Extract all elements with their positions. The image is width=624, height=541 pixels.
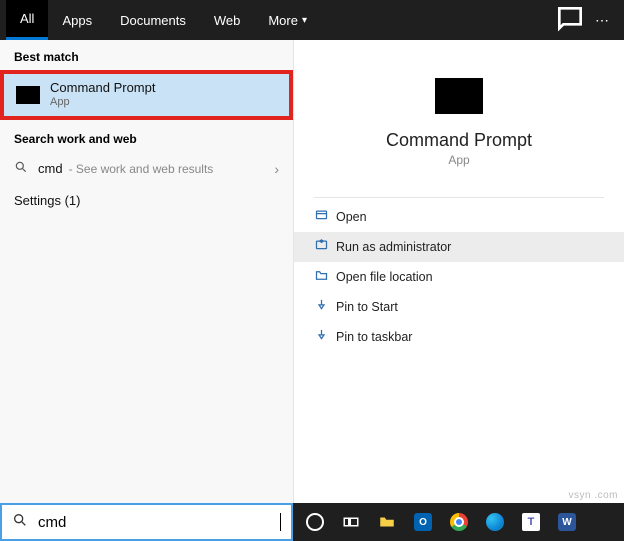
file-explorer-button[interactable] xyxy=(369,503,405,541)
search-web-heading: Search work and web xyxy=(0,122,293,152)
search-input[interactable] xyxy=(38,514,280,531)
command-prompt-icon xyxy=(16,86,40,104)
folder-icon xyxy=(314,268,336,286)
chevron-right-icon: › xyxy=(274,161,279,177)
cortana-icon xyxy=(306,513,324,531)
word-icon: W xyxy=(558,513,576,531)
preview-title: Command Prompt xyxy=(294,130,624,151)
open-icon xyxy=(314,208,336,226)
text-caret xyxy=(280,513,281,531)
folder-icon xyxy=(378,513,396,531)
outlook-button[interactable]: O xyxy=(405,503,441,541)
preview-panel: Command Prompt App Open Run as administr… xyxy=(293,40,624,503)
cortana-button[interactable] xyxy=(297,503,333,541)
tab-web[interactable]: Web xyxy=(200,0,255,40)
action-open-label: Open xyxy=(336,210,367,224)
task-view-button[interactable] xyxy=(333,503,369,541)
action-pin-taskbar[interactable]: Pin to taskbar xyxy=(294,322,624,352)
best-match-heading: Best match xyxy=(0,40,293,70)
web-search-result[interactable]: cmd - See work and web results › xyxy=(0,152,293,185)
teams-button[interactable]: T xyxy=(513,503,549,541)
search-icon xyxy=(14,160,28,177)
app-tile-icon xyxy=(435,78,483,114)
more-options-icon[interactable]: ⋯ xyxy=(586,12,618,29)
task-view-icon xyxy=(342,513,360,531)
action-open[interactable]: Open xyxy=(294,202,624,232)
pin-start-icon xyxy=(314,298,336,316)
tab-documents[interactable]: Documents xyxy=(106,0,200,40)
chevron-down-icon: ▾ xyxy=(302,15,307,26)
tab-all-label: All xyxy=(20,11,34,26)
action-open-location[interactable]: Open file location xyxy=(294,262,624,292)
results-panel: Best match Command Prompt App Search wor… xyxy=(0,40,293,503)
shield-icon xyxy=(314,238,336,256)
settings-category-label: Settings (1) xyxy=(14,193,80,208)
web-query-text: cmd xyxy=(38,161,63,176)
tab-apps[interactable]: Apps xyxy=(48,0,106,40)
chrome-icon xyxy=(450,513,468,531)
best-match-result[interactable]: Command Prompt App xyxy=(0,70,293,120)
web-query-hint: - See work and web results xyxy=(69,162,275,176)
settings-category[interactable]: Settings (1) xyxy=(0,185,293,216)
tab-web-label: Web xyxy=(214,13,241,28)
search-box[interactable] xyxy=(0,503,293,541)
edge-button[interactable] xyxy=(477,503,513,541)
pin-taskbar-icon xyxy=(314,328,336,346)
search-icon xyxy=(12,512,28,532)
divider xyxy=(314,197,604,198)
tab-more[interactable]: More ▾ xyxy=(254,0,321,40)
action-pinstart-label: Pin to Start xyxy=(336,300,398,314)
best-match-subtitle: App xyxy=(50,96,155,110)
action-pin-start[interactable]: Pin to Start xyxy=(294,292,624,322)
word-button[interactable]: W xyxy=(549,503,585,541)
tab-documents-label: Documents xyxy=(120,13,186,28)
best-match-title: Command Prompt xyxy=(50,80,155,96)
preview-subtitle: App xyxy=(294,153,624,167)
feedback-icon[interactable] xyxy=(554,3,586,38)
action-runadmin-label: Run as administrator xyxy=(336,240,451,254)
watermark: vsyn .com xyxy=(568,490,618,501)
action-openloc-label: Open file location xyxy=(336,270,433,284)
tab-all[interactable]: All xyxy=(6,0,48,40)
action-pintask-label: Pin to taskbar xyxy=(336,330,412,344)
outlook-icon: O xyxy=(414,513,432,531)
taskbar: O T W xyxy=(293,503,624,541)
search-filter-tabs: All Apps Documents Web More ▾ ⋯ xyxy=(0,0,624,40)
tab-apps-label: Apps xyxy=(62,13,92,28)
action-run-as-admin[interactable]: Run as administrator xyxy=(294,232,624,262)
edge-icon xyxy=(486,513,504,531)
teams-icon: T xyxy=(522,513,540,531)
chrome-button[interactable] xyxy=(441,503,477,541)
tab-more-label: More xyxy=(268,13,298,28)
